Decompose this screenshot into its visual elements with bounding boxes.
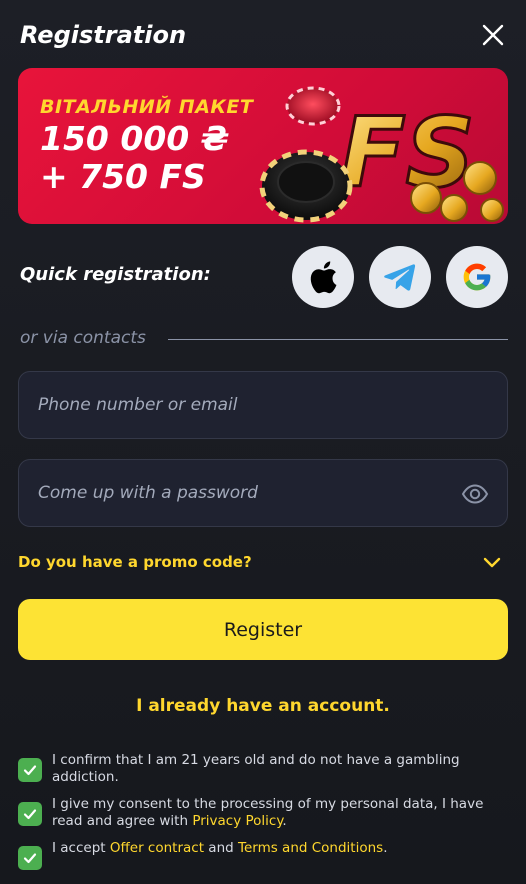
banner-spins: + 750 FS <box>40 157 206 196</box>
offer-contract-link[interactable]: Offer contract <box>110 840 204 856</box>
banner-eyebrow: ВІТАЛЬНИЙ ПАКЕТ <box>40 96 254 118</box>
quick-registration: Quick registration: <box>20 246 508 308</box>
chevron-down-icon <box>483 557 501 568</box>
google-login-button[interactable] <box>446 246 508 308</box>
already-have-account-link[interactable]: I already have an account. <box>0 696 526 716</box>
consent-text-part: and <box>204 840 238 856</box>
consent-personal-data-checkbox[interactable] <box>18 802 42 826</box>
promo-banner[interactable]: ВІТАЛЬНИЙ ПАКЕТ 150 000 ₴ + 750 FS FS <box>18 68 508 224</box>
gold-coin <box>480 198 504 222</box>
telegram-login-button[interactable] <box>369 246 431 308</box>
privacy-policy-link[interactable]: Privacy Policy <box>192 813 282 829</box>
page-title: Registration <box>20 21 187 49</box>
consent-age-checkbox[interactable] <box>18 758 42 782</box>
banner-illustration: FS <box>259 86 504 223</box>
phone-email-input[interactable] <box>38 372 447 438</box>
consent-terms-checkbox[interactable] <box>18 846 42 870</box>
promo-code-toggle[interactable]: Do you have a promo code? <box>18 550 508 576</box>
consent-age-text: I confirm that I am 21 years old and do … <box>52 752 460 785</box>
consent-text-part: . <box>282 813 287 829</box>
apple-login-button[interactable] <box>292 246 354 308</box>
close-icon <box>482 24 504 46</box>
checkmark-icon <box>23 765 37 776</box>
consent-text-part: I accept <box>52 840 110 856</box>
contacts-divider: or via contacts <box>20 328 508 350</box>
phone-email-field[interactable] <box>18 371 508 439</box>
password-input[interactable] <box>38 460 447 526</box>
banner-amount: 150 000 ₴ <box>40 119 230 158</box>
gold-coin <box>440 194 468 222</box>
gold-coin <box>463 161 497 195</box>
consent-text-part: . <box>383 840 388 856</box>
toggle-password-visibility[interactable] <box>461 482 489 506</box>
gold-coin <box>410 182 442 214</box>
consent-terms-text: I accept Offer contract and Terms and Co… <box>52 840 508 857</box>
eye-icon <box>461 484 489 504</box>
terms-and-conditions-link[interactable]: Terms and Conditions <box>238 840 383 856</box>
divider-line <box>168 339 508 340</box>
telegram-icon <box>384 264 416 291</box>
red-chip <box>285 86 341 126</box>
promo-code-label: Do you have a promo code? <box>18 553 252 571</box>
quick-registration-label: Quick registration: <box>20 264 211 285</box>
password-field[interactable] <box>18 459 508 527</box>
banner-art-text: FS <box>340 97 475 209</box>
divider-label: or via contacts <box>20 328 146 348</box>
header: Registration <box>20 18 508 52</box>
checkmark-icon <box>23 853 37 864</box>
checkmark-icon <box>23 809 37 820</box>
close-button[interactable] <box>478 20 508 50</box>
apple-icon <box>310 261 337 294</box>
register-button[interactable]: Register <box>18 599 508 660</box>
consent-personal-data-text: I give my consent to the processing of m… <box>52 796 508 830</box>
google-icon <box>463 263 491 291</box>
